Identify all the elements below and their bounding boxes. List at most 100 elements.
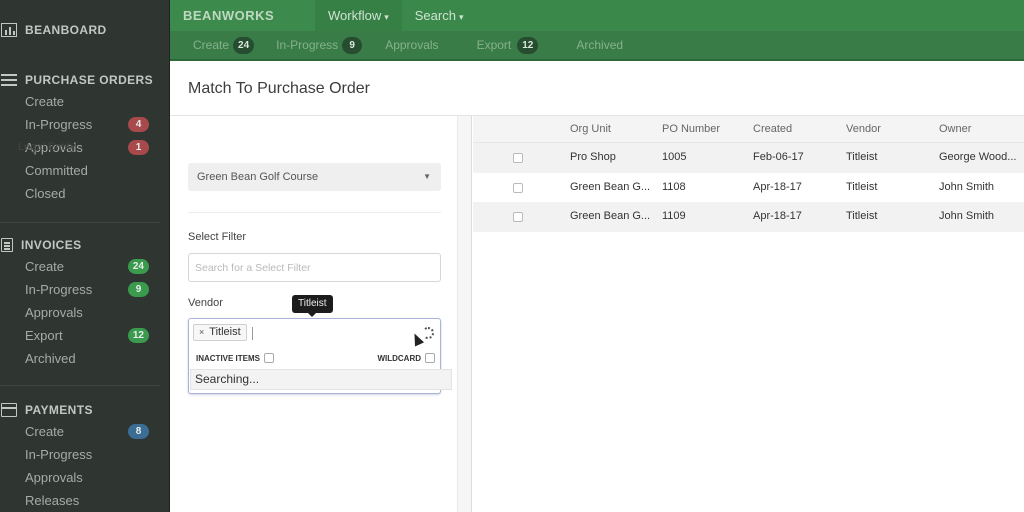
nav-label: Workflow [328, 8, 382, 23]
count-badge: 24 [127, 259, 149, 274]
table-row[interactable]: Green Bean G... 1109 Apr-18-17 Titleist … [473, 202, 1024, 232]
sidebar-section-payments: PAYMENTS Create 8 In-Progress Approvals Rele… [0, 400, 170, 512]
subnav-approvals[interactable]: Approvals [385, 38, 438, 52]
row-checkbox[interactable] [513, 153, 523, 163]
sidebar-item-create[interactable]: Create 24 [0, 255, 170, 278]
sidebar-item-beanboard[interactable]: BEANBOARD [0, 20, 170, 40]
sidebar-item-in-progress[interactable]: In-Progress 4 [0, 113, 170, 136]
row-checkbox[interactable] [513, 212, 523, 222]
sidebar-heading-label: PAYMENTS [25, 403, 93, 417]
inactive-items-checkbox[interactable] [264, 353, 275, 363]
count-badge: 9 [342, 36, 363, 54]
count-badge: 9 [128, 282, 149, 297]
subnav-in-progress[interactable]: In-Progress 9 [276, 36, 363, 54]
sidebar-item-label: Closed [25, 186, 66, 201]
nav-workflow-dropdown[interactable]: Workflow ▾ [315, 0, 402, 31]
vendor-label: Vendor [188, 297, 223, 309]
cell-created: Apr-18-17 [753, 210, 802, 222]
subnav-export[interactable]: Export 12 [477, 36, 539, 54]
legal-entity-select[interactable]: Green Bean Golf Course ▼ [188, 163, 441, 191]
panel-splitter[interactable] [458, 116, 472, 512]
row-checkbox[interactable] [513, 182, 523, 193]
nav-label: Search [414, 8, 456, 23]
cell-po-number: 1109 [662, 210, 686, 222]
table-row[interactable]: Pro Shop 1005 Feb-06-17 Titleist George … [473, 143, 1024, 173]
sidebar-item-create[interactable]: Create 8 [0, 420, 170, 443]
sidebar-item-export[interactable]: Export 12 [0, 324, 170, 347]
sidebar-heading-purchase-orders[interactable]: PURCHASE ORDERS [0, 70, 170, 90]
sidebar-item-create[interactable]: Create [0, 90, 170, 113]
table-row[interactable]: Green Bean G... 1108 Apr-18-17 Titleist … [473, 173, 1024, 203]
divider [188, 212, 441, 213]
sidebar-heading-beanboard: BEANBOARD [25, 23, 107, 37]
table-header: Org Unit PO Number Created Vendor Owner [473, 116, 1024, 143]
cell-org-unit: Pro Shop [570, 151, 616, 163]
count-badge: 4 [128, 117, 149, 132]
sidebar-item-closed[interactable]: Closed [0, 182, 170, 205]
document-icon [1, 238, 13, 252]
inactive-items-toggle[interactable]: INACTIVE ITEMS [196, 353, 275, 363]
sidebar-item-label: In-Progress [25, 117, 93, 132]
vendor-tooltip: Titleist [292, 295, 333, 317]
legal-entity-value: Green Bean Golf Course [197, 171, 319, 183]
purchase-order-table: Org Unit PO Number Created Vendor Owner … [473, 116, 1024, 232]
sidebar-item-approvals[interactable]: Approvals [0, 301, 170, 324]
column-header-owner[interactable]: Owner [939, 116, 971, 143]
credit-card-icon [1, 403, 17, 417]
sidebar-divider [0, 222, 160, 223]
text-cursor [252, 327, 253, 340]
subnav-label: Approvals [385, 38, 439, 52]
sidebar-section-purchase-orders: PURCHASE ORDERS Create In-Progress 4 Approv… [0, 70, 170, 205]
cell-owner: John Smith [939, 210, 995, 222]
sidebar-item-label: Releases [25, 493, 80, 508]
wildcard-label: WILDCARD [377, 353, 421, 363]
sidebar-item-committed[interactable]: Committed [0, 159, 170, 182]
cell-po-number: 1108 [662, 180, 686, 193]
modal-title: Match To Purchase Order [188, 80, 371, 97]
cell-created: Apr-18-17 [753, 180, 802, 193]
sidebar-section-beanboard: BEANBOARD [0, 20, 170, 40]
count-badge: 8 [128, 424, 149, 439]
sidebar-item-label: Committed [25, 163, 88, 178]
subnav-archived[interactable]: Archived [576, 38, 623, 52]
vendor-tag-label: Titleist [209, 326, 241, 338]
sidebar-item-in-progress[interactable]: In-Progress 9 [0, 278, 170, 301]
sidebar-heading-payments[interactable]: PAYMENTS [0, 400, 170, 420]
app: BEANBOARD PURCHASE ORDERS Create In-Progr… [0, 0, 1024, 512]
count-badge: 12 [127, 328, 149, 343]
sidebar-item-label: Approvals [25, 470, 83, 485]
vendor-multiselect[interactable]: × Titleist INACTIVE ITEMS WILDCARD Search… [188, 318, 452, 394]
sidebar-item-archived[interactable]: Archived [0, 347, 170, 370]
caret-down-icon: ▾ [458, 12, 464, 22]
sidebar-item-label: Export [25, 328, 63, 343]
sub-navbar: Create 24 In-Progress 9 Approvals Export… [170, 31, 1024, 61]
nav-search-dropdown[interactable]: Search ▾ [402, 0, 477, 31]
sidebar-divider [0, 385, 160, 386]
column-header-org-unit[interactable]: Org Unit [570, 116, 611, 143]
subnav-label: Create [193, 38, 230, 52]
sidebar-item-in-progress[interactable]: In-Progress [0, 443, 170, 466]
column-header-created[interactable]: Created [753, 116, 792, 143]
top-navbar: BEANWORKS Workflow ▾ Search ▾ [170, 0, 1024, 31]
cell-org-unit: Green Bean G... [570, 210, 651, 222]
select-filter-input[interactable] [188, 253, 441, 282]
subnav-create[interactable]: Create 24 [193, 36, 255, 54]
sidebar-item-label: Create [25, 94, 65, 109]
sidebar-heading-invoices[interactable]: INVOICES [0, 235, 170, 255]
cell-owner: George Wood... [939, 151, 1017, 163]
wildcard-toggle[interactable]: WILDCARD [377, 353, 435, 363]
sidebar-item-label: Approvals [25, 305, 83, 320]
cell-vendor: Titleist [846, 180, 878, 193]
column-header-po-number[interactable]: PO Number [662, 116, 720, 143]
count-badge: 1 [128, 140, 149, 155]
column-header-vendor[interactable]: Vendor [846, 116, 881, 143]
sidebar: BEANBOARD PURCHASE ORDERS Create In-Progr… [0, 0, 170, 512]
brand-logo[interactable]: BEANWORKS [170, 0, 315, 31]
cell-vendor: Titleist [846, 151, 878, 163]
wildcard-checkbox[interactable] [425, 353, 435, 363]
sidebar-item-approvals[interactable]: Approvals [0, 466, 170, 489]
remove-tag-icon[interactable]: × [199, 327, 204, 337]
loading-spinner-icon [422, 327, 434, 339]
sidebar-item-list: Create 8 In-Progress Approvals Releases [0, 420, 170, 512]
sidebar-item-releases[interactable]: Releases [0, 489, 170, 512]
